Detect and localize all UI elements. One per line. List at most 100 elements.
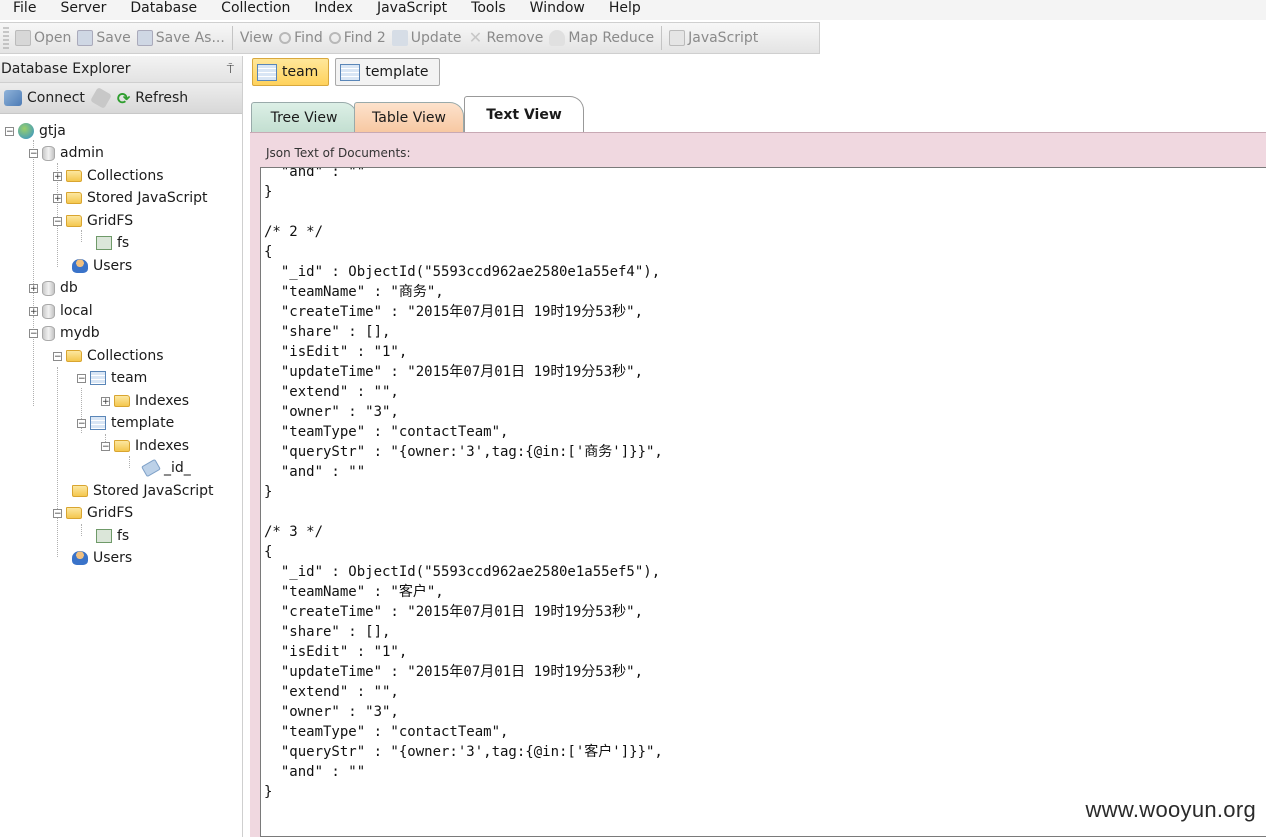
find-icon <box>279 32 292 44</box>
doc-tab-label: template <box>365 64 429 80</box>
tree-node-template-indexes[interactable]: − Indexes <box>101 435 189 457</box>
map-reduce-label: Map Reduce <box>568 30 655 46</box>
index-tag-icon <box>141 458 161 478</box>
menu-bar: File Server Database Collection Index Ja… <box>0 0 1266 20</box>
expand-icon[interactable]: + <box>101 396 110 406</box>
save-as-button[interactable]: Save As... <box>134 25 228 51</box>
tree-node-team-indexes[interactable]: + Indexes <box>101 390 189 412</box>
tree-node-admin[interactable]: − admin <box>29 142 104 164</box>
tab-tree-view[interactable]: Tree View <box>251 102 357 132</box>
tree-node-mydb-fs[interactable]: fs <box>96 525 129 547</box>
collapse-icon[interactable]: − <box>53 508 62 518</box>
code-line: "updateTime" : "2015年07月01日 19时19分53秒", <box>264 364 644 380</box>
tree-line <box>129 456 130 468</box>
tree-node-admin-stored-js[interactable]: + Stored JavaScript <box>53 187 208 209</box>
open-label: Open <box>34 30 72 46</box>
document-tabs: team template <box>252 58 446 86</box>
folder-icon <box>114 395 130 407</box>
doc-tab-label: team <box>282 64 319 80</box>
collapse-icon[interactable]: − <box>77 373 86 383</box>
expand-icon[interactable]: + <box>53 171 62 181</box>
menu-tools[interactable]: Tools <box>459 0 518 18</box>
menu-database[interactable]: Database <box>118 0 209 18</box>
toolbar-grip[interactable] <box>3 27 9 49</box>
expand-icon[interactable]: + <box>29 306 38 316</box>
tree-node-team[interactable]: − team <box>77 367 147 389</box>
tree-node-label: Collections <box>87 168 164 184</box>
tree-node-label: admin <box>60 145 104 161</box>
find2-button[interactable]: Find 2 <box>326 25 389 51</box>
menu-server[interactable]: Server <box>48 0 118 18</box>
database-icon <box>42 280 55 296</box>
expand-icon[interactable]: + <box>53 193 62 203</box>
connect-button[interactable]: Connect <box>4 90 85 106</box>
tab-text-view[interactable]: Text View <box>464 96 584 132</box>
collapse-icon[interactable]: − <box>29 148 38 158</box>
update-icon <box>391 30 408 46</box>
menu-javascript[interactable]: JavaScript <box>365 0 459 18</box>
tree-node-label: template <box>111 415 175 431</box>
collapse-icon[interactable]: − <box>53 216 62 226</box>
collapse-icon[interactable]: − <box>77 418 86 428</box>
tree-node-mydb-gridfs[interactable]: − GridFS <box>53 502 133 524</box>
code-line: "and" : "" <box>264 167 366 180</box>
tree-node-local[interactable]: + local <box>29 300 93 322</box>
tree-node-db[interactable]: + db <box>29 277 78 299</box>
code-line: "_id" : ObjectId("5593ccd962ae2580e1a55e… <box>264 264 661 280</box>
tree-node-admin-collections[interactable]: + Collections <box>53 165 164 187</box>
menu-window[interactable]: Window <box>518 0 597 18</box>
code-line: } <box>264 184 273 200</box>
tree-node-label: fs <box>117 235 130 251</box>
doc-tab-template[interactable]: template <box>335 58 440 86</box>
update-label: Update <box>410 30 462 46</box>
tree-node-mydb[interactable]: − mydb <box>29 322 100 344</box>
save-label: Save <box>96 30 131 46</box>
update-button[interactable]: Update <box>389 25 465 51</box>
tree-line <box>81 524 82 536</box>
tree-node-gtja[interactable]: − gtja <box>5 120 66 142</box>
tree-node-label: local <box>60 303 93 319</box>
expand-icon[interactable]: + <box>29 283 38 293</box>
remove-button[interactable]: ✕ Remove <box>465 25 547 51</box>
save-as-icon <box>136 30 153 46</box>
tree-node-label: Indexes <box>135 393 190 409</box>
tree-line <box>57 367 58 557</box>
menu-index[interactable]: Index <box>302 0 365 18</box>
tab-table-view[interactable]: Table View <box>354 102 464 132</box>
find-button[interactable]: Find <box>276 25 326 51</box>
save-button[interactable]: Save <box>74 25 133 51</box>
tree-node-admin-gridfs[interactable]: − GridFS <box>53 210 133 232</box>
collapse-icon[interactable]: − <box>29 328 38 338</box>
disconnect-plug-icon[interactable] <box>89 87 112 109</box>
tree-node-id-index[interactable]: _id_ <box>141 457 191 479</box>
view-button[interactable]: View <box>237 25 276 51</box>
tree-node-label: Users <box>93 550 133 566</box>
json-text-editor[interactable]: "and" : ""} /* 2 */ { "_id" : ObjectId("5… <box>260 167 1266 837</box>
collapse-icon[interactable]: − <box>5 126 14 136</box>
menu-file[interactable]: File <box>0 0 48 18</box>
tree-node-admin-fs[interactable]: fs <box>96 232 129 254</box>
tree-node-admin-users[interactable]: Users <box>72 255 132 277</box>
tree-node-label: Collections <box>87 348 164 364</box>
tree-node-label: Stored JavaScript <box>93 483 214 499</box>
open-button[interactable]: Open <box>12 25 74 51</box>
menu-collection[interactable]: Collection <box>209 0 302 18</box>
refresh-button[interactable]: ⟳ Refresh <box>117 89 188 108</box>
tree-node-mydb-stored-js[interactable]: Stored JavaScript <box>72 480 214 502</box>
folder-icon <box>66 170 82 182</box>
map-reduce-button[interactable]: Map Reduce <box>546 25 657 51</box>
doc-tab-team[interactable]: team <box>252 58 330 86</box>
tree-node-mydb-collections[interactable]: − Collections <box>53 345 164 367</box>
code-line: "extend" : "", <box>264 384 399 400</box>
collapse-icon[interactable]: − <box>53 351 62 361</box>
menu-help[interactable]: Help <box>597 0 653 18</box>
tree-node-mydb-users[interactable]: Users <box>72 547 132 569</box>
tree-node-template[interactable]: − template <box>77 412 174 434</box>
collection-table-icon <box>90 371 106 385</box>
code-line: "queryStr" : "{owner:'3',tag:{@in:['商务']… <box>264 444 663 460</box>
tree-node-label: mydb <box>60 325 100 341</box>
javascript-button[interactable]: JavaScript <box>666 25 761 51</box>
remove-label: Remove <box>486 30 544 46</box>
collapse-icon[interactable]: − <box>101 441 110 451</box>
pin-icon[interactable]: ⍑ <box>227 62 234 77</box>
